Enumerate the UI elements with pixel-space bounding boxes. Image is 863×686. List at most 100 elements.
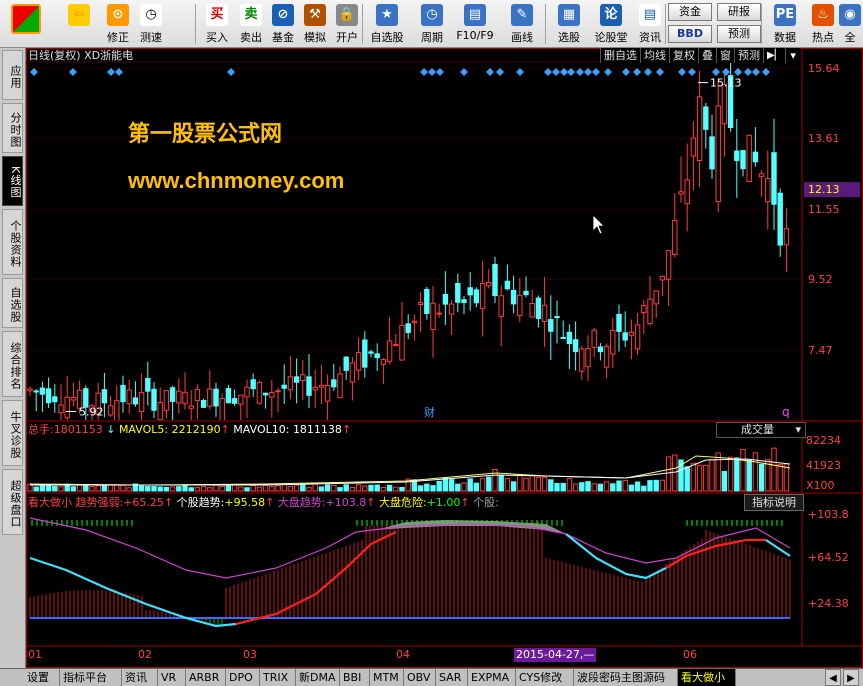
star-folder-button[interactable]: ★ 自选股 [366, 2, 408, 46]
globe-button[interactable]: ◉ 全 [838, 2, 862, 46]
candle-up [70, 396, 77, 401]
candle-down [523, 290, 529, 296]
candle-up [436, 312, 442, 315]
volume-indicator-select[interactable]: 成交量 ▾ [716, 422, 806, 438]
candle-down [293, 376, 300, 383]
volume-bar [715, 452, 721, 492]
chart-area[interactable]: 15.13 5.92 财 q 15.64 13.61 12.13 11.55 9.52 7.47… [26, 48, 863, 668]
scroll-right-icon[interactable]: ▶ [843, 669, 859, 686]
market-trend-label: 大盘趋势: [277, 496, 326, 509]
volume-tick-label: 41923 [806, 459, 841, 472]
indicator-tab-VR[interactable]: VR [158, 669, 186, 686]
left-nav-item-5[interactable]: 综合排名 [2, 331, 23, 397]
forecast-button[interactable]: 预测 [717, 25, 761, 43]
header-tool-0[interactable]: 删自选 [600, 48, 640, 63]
candle-up [64, 396, 70, 419]
volume-bar [182, 484, 188, 492]
left-nav-item-2[interactable]: K线图 [2, 156, 23, 206]
left-nav-item-6[interactable]: 牛叉诊股 [2, 400, 23, 466]
signal-diamond-icon [486, 68, 494, 76]
indicator-tab-ARBR[interactable]: ARBR [186, 669, 226, 686]
volume-bar [293, 484, 300, 492]
candle-up [337, 373, 343, 399]
candle-down [504, 280, 511, 290]
indicator-help-button[interactable]: 指标说明 [744, 494, 804, 511]
repair-button[interactable]: ⊙ 修正 [101, 2, 135, 46]
toolbar-button-label: 全 [844, 31, 856, 44]
indicator-tab-TRIX[interactable]: TRIX [260, 669, 296, 686]
signal-diamond-icon [712, 68, 720, 76]
volume-bar [665, 456, 672, 492]
hammer-button[interactable]: ⚒ 模拟 [299, 2, 331, 46]
volume-bar [566, 478, 573, 492]
bbd-button[interactable]: BBD [668, 25, 712, 43]
indicator-tab-设置[interactable]: 设置 [24, 669, 60, 686]
up-arrow-icon: ↑ [163, 496, 177, 509]
candle-up [647, 298, 653, 325]
indicator-tab-看大做小[interactable]: 看大做小 [678, 669, 736, 686]
sell-button[interactable]: 卖卖出 [234, 2, 268, 46]
header-tool-1[interactable]: 均线 [640, 48, 669, 63]
volume-bar [436, 480, 442, 492]
left-nav-item-7[interactable]: 超级盘口 [2, 469, 23, 535]
news-button[interactable]: ▤ 资讯 [633, 2, 667, 46]
candle-down [442, 293, 449, 305]
chevron-down-icon[interactable]: ▾ [785, 48, 800, 63]
indicator-tab-波段密码主图源码[interactable]: 波段密码主图源码 [574, 669, 678, 686]
header-tool-4[interactable]: 窗 [716, 48, 734, 63]
candle-down [120, 384, 126, 403]
indicator-tab-CYS修改[interactable]: CYS修改 [516, 669, 574, 686]
scroll-left-icon[interactable]: ◀ [825, 669, 841, 686]
research-button[interactable]: 研报 [717, 3, 761, 21]
header-tool-5[interactable]: 预测 [734, 48, 763, 63]
indicator-tab-指标平台[interactable]: 指标平台 [60, 669, 122, 686]
tile-logo-button[interactable] [2, 2, 50, 46]
indicator-tab-OBV[interactable]: OBV [404, 669, 436, 686]
chart-title: 日线(复权) XD浙能电 [28, 49, 134, 62]
strength-label: 趋势强弱: [75, 496, 124, 509]
speed-clock-icon: ◷ [140, 4, 162, 26]
left-nav-item-4[interactable]: 自选股 [2, 278, 23, 328]
hotspot-button[interactable]: ♨ 热点 [808, 2, 838, 46]
pin-arrow-icon[interactable]: ▶▏ [763, 48, 785, 63]
buy-button[interactable]: 买买入 [200, 2, 234, 46]
volume-bar [740, 449, 746, 492]
toolbar-separator [195, 4, 196, 44]
volume-bar [541, 476, 548, 492]
indicator-tab-SAR[interactable]: SAR [436, 669, 468, 686]
header-tool-3[interactable]: 叠 [698, 48, 716, 63]
candle-up [138, 392, 145, 413]
tile-logo-icon [11, 4, 41, 34]
fund-button[interactable]: ⊘ 基金 [267, 2, 299, 46]
indicator-tab-EXPMA[interactable]: EXPMA [468, 669, 516, 686]
indicator-tab-DPO[interactable]: DPO [226, 669, 260, 686]
left-nav-item-3[interactable]: 个股资料 [2, 209, 23, 275]
fund-flow-button[interactable]: 资金 [668, 3, 712, 21]
pen-button[interactable]: ✎ 画线 [501, 2, 543, 46]
watermark-url: www.chnmoney.com [128, 168, 345, 193]
f10-button[interactable]: ▤ F10/F9 [454, 2, 496, 46]
indicator-tab-资讯[interactable]: 资讯 [122, 669, 158, 686]
indicator-tab-bar: 设置 指标平台 资讯 VR ARBR DPO TRIX 新DMA BBI MTM OBV SAR EXP… [0, 668, 863, 686]
toolbar-button-label: 自选股 [370, 31, 404, 44]
signal-diamond-icon [69, 68, 77, 76]
speed-clock-button[interactable]: ◷ 测速 [134, 2, 168, 46]
lock-button[interactable]: 🔒 开户 [331, 2, 363, 46]
left-nav-item-1[interactable]: 分时图 [2, 103, 23, 153]
toolbar-separator [665, 4, 666, 44]
indicator-tab-BBI[interactable]: BBI [340, 669, 370, 686]
up-arrow-icon: ↑ [265, 496, 278, 509]
indicator-tab-新DMA[interactable]: 新DMA [296, 669, 340, 686]
header-tool-2[interactable]: 复权 [669, 48, 698, 63]
period-clock-button[interactable]: ◷ 周期 [413, 2, 451, 46]
pe-button[interactable]: PE 数据 [768, 2, 802, 46]
indicator-tab-MTM[interactable]: MTM [370, 669, 404, 686]
discuss-button[interactable]: 论论股堂 [589, 2, 633, 46]
screen-button[interactable]: ▦ 选股 [549, 2, 589, 46]
back-arrow-button[interactable]: ⇦ [64, 2, 94, 46]
candle-up [783, 228, 790, 246]
volume-bar [58, 486, 64, 492]
left-nav-item-0[interactable]: 应用 [2, 50, 23, 100]
volume-bar [343, 484, 349, 492]
volume-bar [355, 484, 362, 492]
